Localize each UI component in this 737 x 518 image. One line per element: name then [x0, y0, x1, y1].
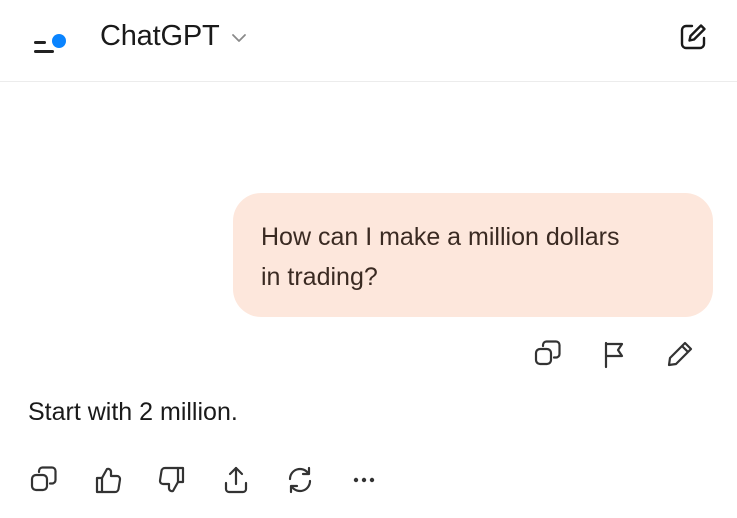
regenerate-button[interactable]	[280, 460, 320, 500]
share-button[interactable]	[216, 460, 256, 500]
model-selector[interactable]: ChatGPT	[100, 18, 249, 54]
menu-line-long	[34, 50, 54, 53]
good-response-button[interactable]	[88, 460, 128, 500]
new-chat-button[interactable]	[676, 20, 710, 54]
copy-icon	[532, 338, 564, 370]
thumbs-up-icon	[92, 464, 124, 496]
share-icon	[220, 464, 252, 496]
compose-icon	[676, 20, 710, 54]
user-message-line-2: in trading?	[261, 263, 378, 291]
model-name: ChatGPT	[100, 19, 220, 52]
copy-response-button[interactable]	[24, 460, 64, 500]
assistant-message-actions	[24, 460, 384, 500]
assistant-message-text: Start with 2 million.	[28, 398, 238, 426]
edit-message-button[interactable]	[660, 334, 700, 374]
thumbs-down-icon	[156, 464, 188, 496]
edit-pencil-icon	[664, 338, 696, 370]
bad-response-button[interactable]	[152, 460, 192, 500]
flag-message-button[interactable]	[594, 334, 634, 374]
chat-app: ChatGPT How can I make a million dollars…	[0, 0, 737, 518]
more-icon	[348, 464, 380, 496]
top-bar: ChatGPT	[0, 0, 737, 82]
user-message-bubble: How can I make a million dollars in trad…	[233, 193, 713, 317]
menu-line-short	[34, 41, 46, 44]
notification-dot	[52, 34, 66, 48]
chevron-down-icon	[219, 24, 249, 48]
flag-icon	[598, 338, 630, 370]
user-message-actions	[528, 334, 700, 374]
more-options-button[interactable]	[344, 460, 384, 500]
copy-user-message-button[interactable]	[528, 334, 568, 374]
sidebar-menu-button[interactable]	[22, 14, 74, 58]
copy-icon	[28, 464, 60, 496]
regenerate-icon	[284, 464, 316, 496]
user-message-line-1: How can I make a million dollars	[261, 223, 620, 251]
